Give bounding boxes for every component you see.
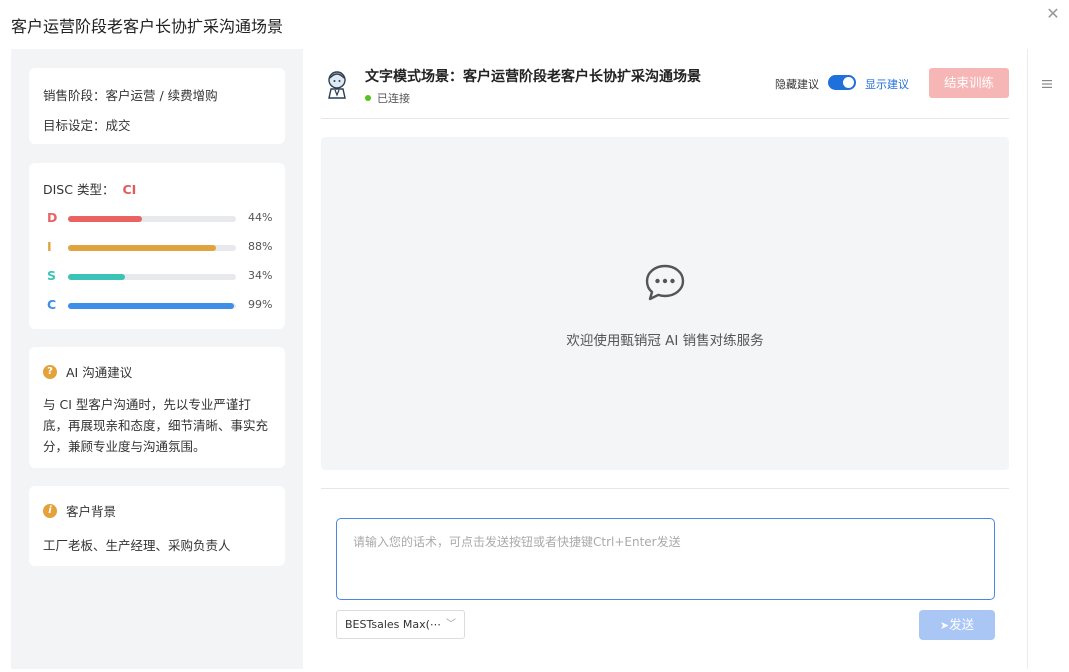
show-suggestion-label: 显示建议	[865, 78, 909, 91]
disc-bar-s: S 34%	[43, 268, 273, 283]
disc-bar-percent: 88%	[248, 240, 273, 253]
close-icon[interactable]: ✕	[1045, 6, 1061, 22]
disc-bar-i: I 88%	[43, 239, 273, 254]
chat-area: 欢迎使用甄销冠 AI 销售对练服务	[321, 137, 1009, 470]
input-divider	[321, 488, 1009, 489]
disc-bar-track	[68, 245, 236, 251]
header-divider	[321, 118, 1009, 119]
customer-background-header: i 客户背景	[43, 501, 116, 520]
chat-bubble-icon	[645, 264, 685, 301]
training-dialog: 客户运营阶段老客户长协扩采沟通场景 ✕ 销售阶段：客户运营 / 续费增购 目标设…	[0, 0, 1069, 672]
agent-avatar-icon	[328, 71, 346, 99]
main-panel: 文字模式场景：客户运营阶段老客户长协扩采沟通场景 已连接 隐藏建议 显示建议 结…	[321, 49, 1009, 669]
menu-icon[interactable]	[1042, 79, 1052, 89]
toggle-knob	[843, 77, 854, 88]
chevron-down-icon: ﹀	[446, 619, 456, 630]
disc-label-row: DISC 类型： CI	[43, 179, 136, 198]
disc-bar-track	[68, 216, 236, 222]
right-divider	[1027, 49, 1028, 669]
hide-suggestion-label: 隐藏建议	[775, 78, 819, 91]
send-button[interactable]: ➤发送	[919, 610, 995, 640]
scene-title: 文字模式场景：客户运营阶段老客户长协扩采沟通场景	[365, 69, 701, 85]
disc-bar-fill	[68, 216, 142, 222]
customer-background-text: 工厂老板、生产经理、采购负责人	[43, 538, 231, 553]
disc-bar-letter: C	[47, 297, 57, 312]
disc-bar-letter: I	[47, 239, 52, 254]
disc-bar-percent: 44%	[248, 211, 273, 224]
dialog-title: 客户运营阶段老客户长协扩采沟通场景	[11, 17, 284, 36]
connection-status: 已连接	[365, 90, 410, 106]
send-button-label: 发送	[949, 618, 975, 632]
customer-background-title: 客户背景	[66, 504, 117, 519]
disc-bar-percent: 34%	[248, 269, 273, 282]
sales-stage: 销售阶段：客户运营 / 续费增购	[43, 88, 218, 103]
model-select[interactable]: BESTsales Max(⋯ ﹀	[336, 610, 465, 639]
disc-bar-fill	[68, 274, 126, 280]
question-circle-icon: ?	[43, 364, 57, 379]
disc-card: DISC 类型： CI D 44% I 88% S 34% C 99%	[29, 163, 285, 329]
info-circle-icon: i	[43, 503, 57, 518]
end-training-button[interactable]: 结束训练	[929, 68, 1009, 98]
disc-bar-letter: S	[47, 268, 57, 283]
disc-bar-track	[68, 303, 236, 309]
customer-background-card: i 客户背景 工厂老板、生产经理、采购负责人	[29, 486, 285, 566]
model-select-value: BESTsales Max(⋯	[345, 618, 441, 631]
ai-advice-card: ? AI 沟通建议 与 CI 型客户沟通时，先以专业严谨打底，再展现亲和态度，细…	[29, 347, 285, 468]
disc-type: CI	[122, 182, 137, 197]
suggestion-toggle[interactable]	[828, 75, 856, 90]
ai-advice-header: ? AI 沟通建议	[43, 362, 132, 381]
stage-card: 销售阶段：客户运营 / 续费增购 目标设定：成交	[29, 68, 285, 144]
message-input[interactable]	[336, 518, 995, 600]
disc-label: DISC 类型：	[43, 182, 115, 197]
left-panel: 销售阶段：客户运营 / 续费增购 目标设定：成交 DISC 类型： CI D 44%…	[11, 49, 303, 669]
goal-setting: 目标设定：成交	[43, 118, 131, 133]
status-dot	[365, 95, 371, 101]
welcome-message: 欢迎使用甄销冠 AI 销售对练服务	[566, 333, 764, 349]
ai-advice-title: AI 沟通建议	[66, 365, 133, 380]
ai-advice-text: 与 CI 型客户沟通时，先以专业严谨打底，再展现亲和态度，细节清晰、事实充分，兼…	[43, 397, 269, 454]
disc-bar-d: D 44%	[43, 210, 273, 225]
send-icon: ➤	[939, 620, 950, 632]
disc-bar-track	[68, 274, 236, 280]
connection-status-text: 已连接	[377, 92, 410, 105]
disc-bar-letter: D	[47, 210, 58, 225]
disc-bar-fill	[68, 245, 216, 251]
disc-bar-fill	[68, 303, 235, 309]
disc-bar-percent: 99%	[248, 298, 273, 311]
disc-bar-c: C 99%	[43, 297, 273, 312]
